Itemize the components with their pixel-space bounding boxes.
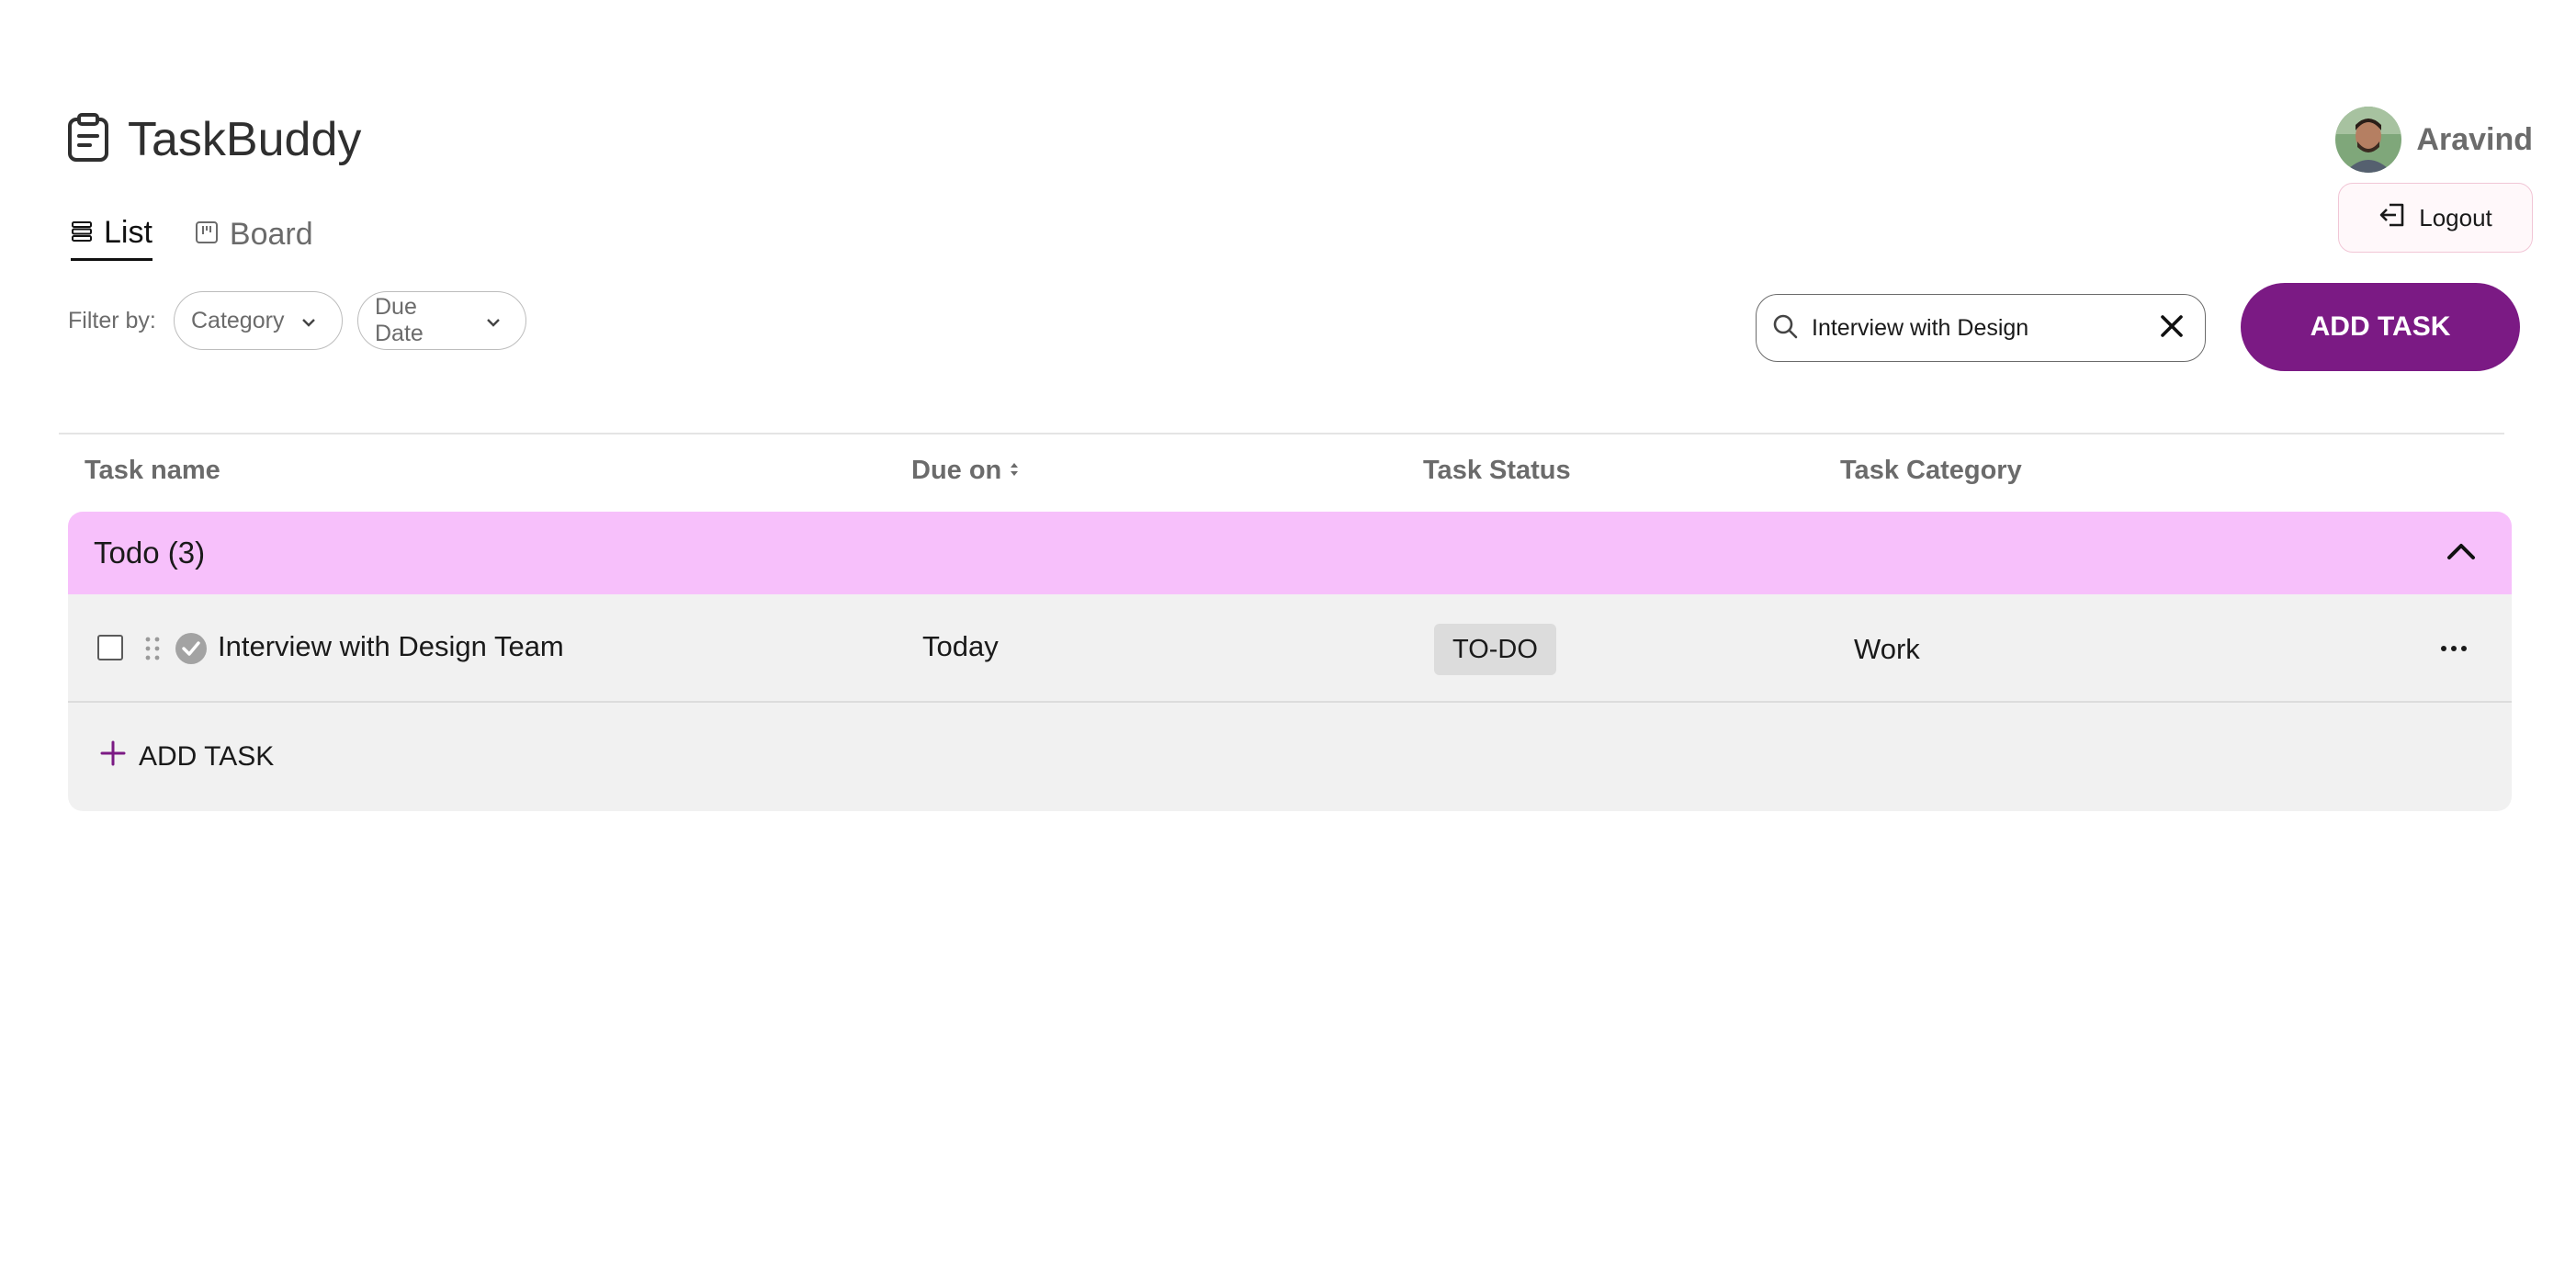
category-filter-label: Category <box>191 307 285 333</box>
list-icon <box>71 215 93 251</box>
tab-list[interactable]: List <box>71 215 153 261</box>
column-header-task-category: Task Category <box>1840 456 2022 485</box>
category-filter[interactable]: Category <box>174 291 343 350</box>
column-header-task-name: Task name <box>85 456 220 485</box>
divider <box>59 433 2504 434</box>
task-category: Work <box>1854 633 1920 665</box>
logout-button[interactable]: Logout <box>2338 183 2533 253</box>
due-date-filter-label: Due Date <box>375 294 424 346</box>
group-header-todo[interactable]: Todo (3) <box>68 512 2512 594</box>
due-on-label: Due on <box>911 456 1002 485</box>
filter-label: Filter by: <box>68 308 156 333</box>
search-icon <box>1771 312 1799 344</box>
app-title: TaskBuddy <box>128 113 362 166</box>
column-header-due-on[interactable]: Due on <box>911 456 1020 486</box>
due-date-filter[interactable]: Due Date <box>357 291 526 350</box>
chevron-down-icon <box>300 308 317 334</box>
board-icon <box>195 217 219 253</box>
tab-board[interactable]: Board <box>195 215 313 261</box>
search-box <box>1756 294 2206 362</box>
add-task-inline[interactable]: ADD TASK <box>100 740 274 773</box>
group-title: Todo (3) <box>94 536 206 570</box>
clipboard-icon <box>67 112 109 167</box>
close-icon[interactable] <box>2159 313 2185 344</box>
more-options-icon[interactable] <box>2440 641 2468 658</box>
task-due-date: Today <box>922 630 999 662</box>
user-name: Aravind <box>2416 121 2533 157</box>
logout-icon <box>2378 202 2406 234</box>
app-header: TaskBuddy <box>67 112 361 167</box>
add-task-inline-label: ADD TASK <box>139 741 275 772</box>
tab-board-label: Board <box>229 216 313 252</box>
column-header-task-status: Task Status <box>1423 456 1571 485</box>
task-name[interactable]: Interview with Design Team <box>218 630 564 663</box>
user-menu[interactable]: Aravind <box>2335 107 2533 173</box>
tab-list-label: List <box>104 215 153 250</box>
drag-handle-icon[interactable] <box>143 636 162 666</box>
avatar[interactable] <box>2335 107 2402 173</box>
sort-icon[interactable] <box>1009 456 1020 486</box>
task-checkbox[interactable] <box>97 635 123 660</box>
search-input[interactable] <box>1810 313 2148 343</box>
view-tabs: List Board <box>71 215 313 261</box>
chevron-up-icon[interactable] <box>2446 541 2477 566</box>
add-task-button[interactable]: ADD TASK <box>2241 283 2520 371</box>
logout-label: Logout <box>2419 203 2492 231</box>
chevron-down-icon <box>485 308 502 334</box>
check-circle-icon[interactable] <box>175 632 208 670</box>
plus-icon <box>100 740 126 773</box>
status-badge[interactable]: TO-DO <box>1434 624 1556 675</box>
